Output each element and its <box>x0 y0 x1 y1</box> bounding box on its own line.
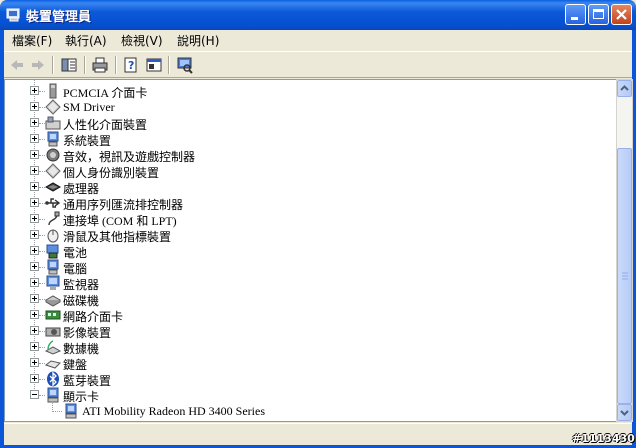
toolbar-separator <box>168 56 170 74</box>
usb-icon <box>45 195 61 211</box>
collapse-toggle[interactable] <box>30 390 39 399</box>
menu-view[interactable]: 檢視(V) <box>121 32 163 49</box>
tree-item[interactable]: 滑鼠及其他指標裝置 <box>5 227 595 244</box>
tree-item[interactable]: 數據機 <box>5 339 595 356</box>
tree-item[interactable]: 藍芽裝置 <box>5 371 595 388</box>
tree-item[interactable]: 處理器 <box>5 179 595 196</box>
vertical-scrollbar[interactable] <box>616 79 633 422</box>
disk-icon <box>44 291 62 307</box>
expand-toggle[interactable] <box>30 182 39 191</box>
tree-item[interactable]: 網路介面卡 <box>5 307 595 324</box>
monitor-icon <box>45 275 61 291</box>
menu-help[interactable]: 說明(H) <box>177 32 219 49</box>
device-tree[interactable]: PCMCIA 介面卡 SM Driver 人性化介面裝置 系統裝置 音效，視訊及遊戲控制… <box>4 79 617 422</box>
mouse-icon <box>45 227 61 243</box>
back-arrow-icon[interactable] <box>7 55 27 75</box>
tree-child-item[interactable]: ATI Mobility Radeon HD 3400 Series <box>5 403 595 419</box>
hid-icon <box>45 115 61 131</box>
pcmcia-icon <box>45 83 61 99</box>
watermark-text: #1113430 <box>572 432 635 445</box>
tree-item-label: SM Driver <box>63 100 115 114</box>
close-button[interactable] <box>611 4 632 25</box>
tree-item[interactable]: 鍵盤 <box>5 355 595 372</box>
expand-toggle[interactable] <box>30 102 39 111</box>
menu-bar: 檔案(F) 執行(A) 檢視(V) 說明(H) <box>4 30 632 50</box>
expand-toggle[interactable] <box>30 214 39 223</box>
tree-item[interactable]: 個人身份識別裝置 <box>5 163 595 180</box>
forward-arrow-icon[interactable] <box>28 55 48 75</box>
bluetooth-icon <box>45 371 61 387</box>
sound-icon <box>45 147 61 163</box>
tree-item[interactable]: 顯示卡 <box>5 387 595 404</box>
diamond-icon <box>45 163 61 179</box>
menu-file[interactable]: 檔案(F) <box>12 32 52 49</box>
tree-item[interactable]: 系統裝置 <box>5 131 595 148</box>
menu-action[interactable]: 執行(A) <box>65 32 107 49</box>
diamond-icon <box>45 99 61 115</box>
keyboard-icon <box>44 355 61 371</box>
expand-toggle[interactable] <box>30 358 39 367</box>
processor-icon <box>44 179 62 195</box>
toolbar-separator <box>52 56 54 74</box>
battery-icon <box>45 243 61 259</box>
minimize-button[interactable] <box>565 4 586 25</box>
expand-toggle[interactable] <box>30 326 39 335</box>
expand-toggle[interactable] <box>30 118 39 127</box>
properties-icon[interactable]: ? <box>121 55 141 75</box>
tree-branch-line <box>52 411 62 413</box>
modem-icon <box>44 339 62 355</box>
expand-toggle[interactable] <box>30 246 39 255</box>
toolbar: ? <box>4 51 632 78</box>
expand-toggle[interactable] <box>30 230 39 239</box>
tree-item[interactable]: 電池 <box>5 243 595 260</box>
tree-item[interactable]: 音效，視訊及遊戲控制器 <box>5 147 595 164</box>
scroll-down-button[interactable] <box>617 404 632 421</box>
tree-item[interactable]: 磁碟機 <box>5 291 595 308</box>
expand-toggle[interactable] <box>30 86 39 95</box>
help-icon[interactable] <box>144 55 164 75</box>
maximize-button[interactable] <box>588 4 609 25</box>
expand-toggle[interactable] <box>30 310 39 319</box>
window-title: 裝置管理員 <box>26 10 92 25</box>
network-icon <box>45 307 61 323</box>
expand-toggle[interactable] <box>30 294 39 303</box>
imaging-icon <box>45 323 61 339</box>
toolbar-separator <box>84 56 86 74</box>
tree-item[interactable]: 人性化介面裝置 <box>5 115 595 132</box>
expand-toggle[interactable] <box>30 150 39 159</box>
computer-icon <box>45 131 61 147</box>
tree-item[interactable]: SM Driver <box>5 99 595 115</box>
scroll-up-button[interactable] <box>617 80 632 97</box>
tree-item[interactable]: 電腦 <box>5 259 595 276</box>
computer-icon <box>45 259 61 275</box>
expand-toggle[interactable] <box>30 342 39 351</box>
expand-toggle[interactable] <box>30 134 39 143</box>
expand-toggle[interactable] <box>30 278 39 287</box>
scan-hardware-icon[interactable] <box>175 55 195 75</box>
tree-item[interactable]: 監視器 <box>5 275 595 292</box>
title-bar[interactable]: 裝置管理員 <box>0 0 636 30</box>
svg-text:?: ? <box>128 59 134 72</box>
tree-child-label: ATI Mobility Radeon HD 3400 Series <box>82 404 265 418</box>
print-icon[interactable] <box>90 55 110 75</box>
tree-item[interactable]: 連接埠 (COM 和 LPT) <box>5 211 595 228</box>
expand-toggle[interactable] <box>30 166 39 175</box>
tree-item[interactable]: PCMCIA 介面卡 <box>5 83 595 100</box>
expand-toggle[interactable] <box>30 198 39 207</box>
tree-item[interactable]: 通用序列匯流排控制器 <box>5 195 595 212</box>
display-adapter-icon <box>63 403 79 419</box>
tree-item[interactable]: 影像裝置 <box>5 323 595 340</box>
status-bar <box>4 423 632 445</box>
expand-toggle[interactable] <box>30 262 39 271</box>
device-manager-icon <box>6 8 20 22</box>
expand-toggle[interactable] <box>30 374 39 383</box>
port-icon <box>45 211 61 227</box>
toolbar-separator <box>115 56 117 74</box>
scroll-thumb[interactable] <box>617 148 632 404</box>
show-hide-tree-icon[interactable] <box>59 55 79 75</box>
